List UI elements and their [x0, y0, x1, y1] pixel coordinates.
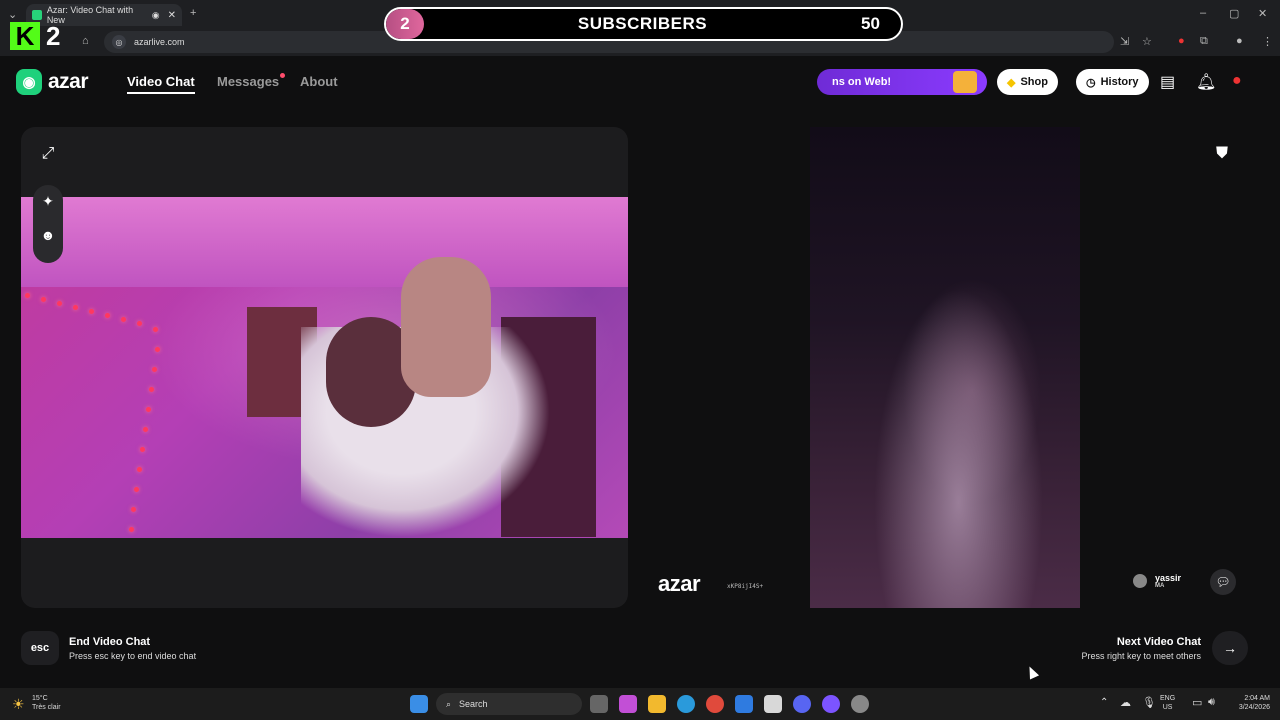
file-explorer-icon[interactable]: [648, 695, 666, 713]
partner-camera-feed: [810, 127, 1080, 608]
taskbar-search[interactable]: ⌕ Search: [436, 693, 582, 715]
url-text: azarlive.com: [134, 37, 185, 47]
tab-record-icon: ◉: [151, 9, 160, 20]
my-camera-panel: ⤢ ✦ ☻: [21, 127, 628, 608]
window-close-icon[interactable]: ✕: [1258, 7, 1267, 20]
end-video-chat[interactable]: End Video Chat Press esc key to end vide…: [69, 636, 196, 661]
partner-name: yassir: [1155, 573, 1182, 583]
edge-icon[interactable]: [677, 695, 695, 713]
azar-logo-icon: ◉: [16, 69, 42, 95]
partner-camera-panel: ⛊ azar xKP8ijI4S+ yassir MA 💬︎: [640, 127, 1250, 608]
obs-icon[interactable]: [851, 695, 869, 713]
discord-icon[interactable]: [793, 695, 811, 713]
kick-number: 2: [46, 20, 61, 51]
windows-taskbar: ☀ 15°C Très clair ⌕ Search ⌃ ☁ 🎙︎ ENG US…: [0, 688, 1280, 720]
minimize-icon[interactable]: –: [1200, 7, 1206, 19]
partner-tag[interactable]: yassir MA: [1133, 573, 1181, 589]
shop-button[interactable]: ◆ Shop: [997, 69, 1058, 95]
bookmark-star-icon[interactable]: ☆: [1142, 35, 1152, 48]
site-info-icon[interactable]: ◎: [112, 35, 126, 49]
mail-icon[interactable]: [735, 695, 753, 713]
app-icon[interactable]: [822, 695, 840, 713]
promo-text: ns on Web!: [832, 76, 892, 88]
profile-avatar-icon[interactable]: ●: [1236, 35, 1243, 47]
my-camera-feed: ✦ ☻: [21, 185, 628, 538]
region-code: US: [1162, 704, 1173, 712]
history-button[interactable]: ◷ History: [1076, 69, 1149, 95]
azar-logo[interactable]: ◉ azar: [16, 69, 89, 95]
nav-messages[interactable]: Messages: [217, 74, 279, 89]
weather-icon: ☀: [12, 696, 25, 712]
diamond-icon: ◆: [1007, 76, 1016, 89]
onedrive-icon[interactable]: ☁: [1120, 696, 1131, 709]
subscriber-goal-bar: 2 SUBSCRIBERS 50: [384, 7, 903, 41]
next-arrow-button[interactable]: →: [1212, 631, 1248, 665]
task-view-icon[interactable]: [590, 695, 608, 713]
history-label: History: [1100, 76, 1139, 88]
language-indicator[interactable]: ENG US: [1160, 694, 1175, 712]
search-icon: ⌕: [446, 698, 452, 709]
kick-k-icon: K: [10, 22, 40, 50]
nav-about[interactable]: About: [300, 74, 338, 89]
install-icon[interactable]: ⇲: [1120, 35, 1129, 48]
weather-widget[interactable]: 15°C Très clair: [32, 694, 61, 712]
promo-banner[interactable]: ns on Web!: [817, 69, 987, 95]
bell-icon[interactable]: 🔔︎: [1196, 72, 1216, 92]
browser-menu-icon[interactable]: ⋮: [1262, 35, 1273, 48]
volume-icon[interactable]: 🔊︎: [1208, 696, 1215, 709]
effects-toolbar: ✦ ☻: [33, 185, 63, 263]
mouse-cursor-icon: [1024, 664, 1040, 680]
led-strip: [21, 287, 181, 537]
messages-unread-dot: [280, 73, 285, 78]
mic-icon[interactable]: 🎙︎: [1142, 696, 1156, 709]
kick-logo: K 2: [10, 20, 74, 52]
new-tab-icon[interactable]: +: [190, 7, 196, 19]
tray-chevron-icon[interactable]: ⌃: [1100, 697, 1108, 708]
watermark-id: xKP8ijI4S+: [727, 583, 764, 590]
weather-condition: Très clair: [32, 704, 61, 712]
report-shield-icon[interactable]: ⛊: [1209, 141, 1235, 167]
inbox-icon[interactable]: ▤: [1160, 72, 1175, 92]
network-icon[interactable]: ▭: [1192, 696, 1202, 709]
nav-video-chat[interactable]: Video Chat: [127, 74, 195, 94]
end-chat-title: End Video Chat: [69, 636, 151, 648]
azar-logo-text: azar: [48, 70, 89, 93]
face-filter-icon[interactable]: ☻: [33, 227, 63, 243]
copilot-icon[interactable]: [619, 695, 637, 713]
shop-label: Shop: [1020, 76, 1048, 88]
clock-icon: ◷: [1086, 76, 1096, 89]
expand-icon[interactable]: ⤢: [33, 145, 63, 163]
weather-temp: 15°C: [32, 695, 48, 702]
windows-start-icon[interactable]: [410, 695, 428, 713]
search-label: Search: [459, 699, 488, 709]
clock[interactable]: 2:04 AM 3/24/2026: [1226, 694, 1270, 712]
subscriber-count: 50: [861, 14, 880, 33]
date: 3/24/2026: [1238, 704, 1270, 712]
extensions-puzzle-icon[interactable]: ⧉: [1200, 35, 1208, 48]
next-video-chat[interactable]: Next Video Chat Press right key to meet …: [1040, 636, 1201, 661]
subscriber-badge: 2: [386, 9, 424, 39]
end-chat-hint: Press esc key to end video chat: [69, 651, 197, 661]
esc-key-button[interactable]: esc: [21, 631, 59, 665]
magic-wand-icon[interactable]: ✦: [33, 193, 63, 210]
chrome-icon[interactable]: [706, 695, 724, 713]
chat-bubble-icon[interactable]: 💬︎: [1210, 569, 1236, 595]
azar-favicon-icon: [32, 10, 42, 20]
maximize-icon[interactable]: ▢: [1229, 7, 1239, 20]
partner-country: MA: [1155, 583, 1165, 589]
treasure-chest-icon: [953, 71, 977, 93]
lang-code: ENG: [1160, 695, 1176, 702]
store-icon[interactable]: [764, 695, 782, 713]
next-chat-title: Next Video Chat: [1116, 636, 1201, 648]
home-icon[interactable]: ⌂: [82, 35, 89, 47]
partner-avatar-icon: [1133, 574, 1147, 588]
subscriber-label: SUBSCRIBERS: [577, 14, 708, 33]
time: 2:04 AM: [1244, 695, 1270, 702]
extension-icon[interactable]: ●: [1178, 35, 1185, 47]
azar-navbar: ◉ azar Video Chat Messages About ns on W…: [0, 58, 1280, 106]
profile-avatar-icon[interactable]: ●: [1232, 72, 1242, 90]
next-chat-hint: Press right key to meet others: [1081, 651, 1201, 661]
azar-watermark: azar: [658, 571, 701, 596]
tab-close-icon[interactable]: ✕: [168, 10, 176, 21]
